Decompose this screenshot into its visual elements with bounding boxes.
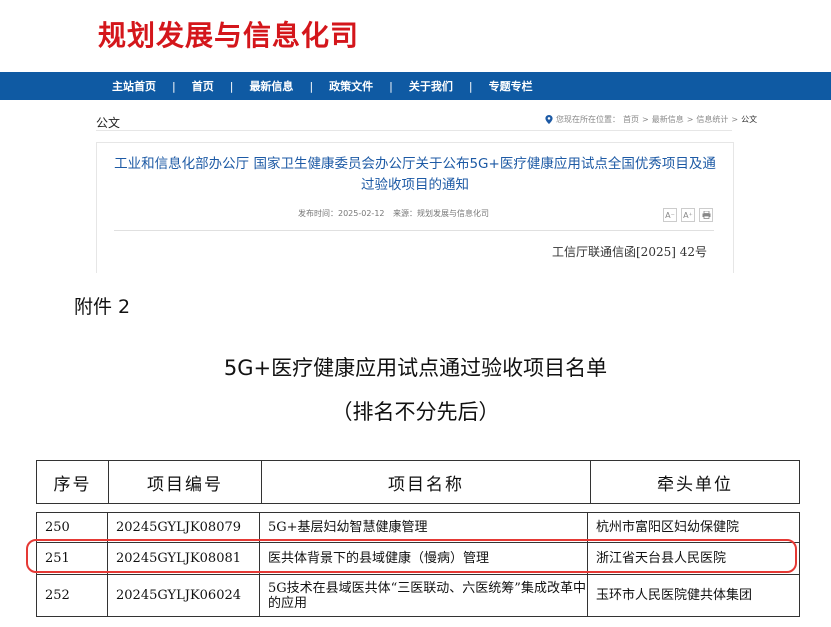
print-button[interactable] [699,208,713,222]
nav-item-policy[interactable]: 政策文件 [329,78,373,94]
article-tools: A⁻ A⁺ [663,208,713,222]
cell-lead-unit: 玉环市人民医院健共体集团 [596,588,753,603]
publish-date: 2025-02-12 [338,209,385,218]
header-lead-unit: 牵头单位 [657,474,733,495]
breadcrumb-latest[interactable]: 最新信息 [652,114,684,125]
header-project-name: 项目名称 [262,461,591,503]
nav-separator: | [229,79,234,93]
cell-project-name: 5G技术在县域医共体“三医联动、六医统筹”集成改革中的应用 [260,575,588,616]
article-title: 工业和信息化部办公厅 国家卫生健康委员会办公厅关于公布5G+医疗健康应用试点全国… [114,156,716,193]
nav-separator: | [468,79,473,93]
cell-index: 250 [37,513,108,542]
nav-item-latest[interactable]: 最新信息 [249,78,293,94]
breadcrumb-separator: > [642,115,649,124]
nav-item-about[interactable]: 关于我们 [409,78,453,94]
breadcrumb-home[interactable]: 首页 [623,114,639,125]
cell-project-code: 20245GYLJK08079 [108,513,260,542]
header-index: 序号 [37,461,109,503]
table-row: 250 20245GYLJK08079 5G+基层妇幼智慧健康管理 杭州市富阳区… [37,512,799,542]
nav-separator: | [172,79,176,93]
section-label: 公文 [96,116,121,130]
table-header: 序号 项目编号 项目名称 牵头单位 [36,460,800,504]
cell-lead-unit: 杭州市富阳区妇幼保健院 [596,520,740,535]
source-value: 规划发展与信息化司 [417,209,490,218]
site-title: 规划发展与信息化司 [98,19,360,52]
nav-item-topics[interactable]: 专题专栏 [489,78,533,94]
source-label: 来源： [393,209,418,218]
breadcrumb-stats[interactable]: 信息统计 [696,114,728,125]
breadcrumb-separator: > [686,115,694,124]
nav-separator: | [389,79,393,93]
cell-project-code: 20245GYLJK06024 [108,575,260,616]
font-increase-button[interactable]: A⁺ [681,208,695,222]
table-row: 252 20245GYLJK06024 5G技术在县域医共体“三医联动、六医统筹… [37,574,799,616]
cell-index: 252 [37,575,108,616]
attachment-label: 附件 2 [74,296,131,318]
header-project-code: 项目编号 [109,461,262,503]
cell-project-name: 5G+基层妇幼智慧健康管理 [260,513,588,542]
section-divider [96,130,732,131]
breadcrumb: 您现在所在位置： 首页 > 最新信息 > 信息统计 > 公文 [545,114,757,125]
document-number: 工信厅联通信函[2025] 42号 [552,245,707,259]
publish-label: 发布时间： [298,209,338,218]
printer-icon [702,211,710,219]
nav-separator: | [309,79,314,93]
location-pin-icon [545,115,553,124]
list-subtitle: （排名不分先后） [331,400,500,424]
nav-item-home[interactable]: 首页 [192,78,214,94]
list-title: 5G+医疗健康应用试点通过验收项目名单 [223,356,608,380]
breadcrumb-separator: > [731,115,739,124]
font-decrease-button[interactable]: A⁻ [663,208,677,222]
article-meta: 发布时间：2025-02-12 来源：规划发展与信息化司 [298,208,495,219]
breadcrumb-current: 公文 [741,115,758,124]
row-highlight-outline [26,539,797,573]
breadcrumb-prefix: 您现在所在位置： [556,115,620,124]
nav-item-main-home[interactable]: 主站首页 [112,78,156,94]
article-divider [114,230,714,231]
nav-menu: 主站首页 | 首页 | 最新信息 | 政策文件 | 关于我们 | 专题专栏 [112,72,533,100]
